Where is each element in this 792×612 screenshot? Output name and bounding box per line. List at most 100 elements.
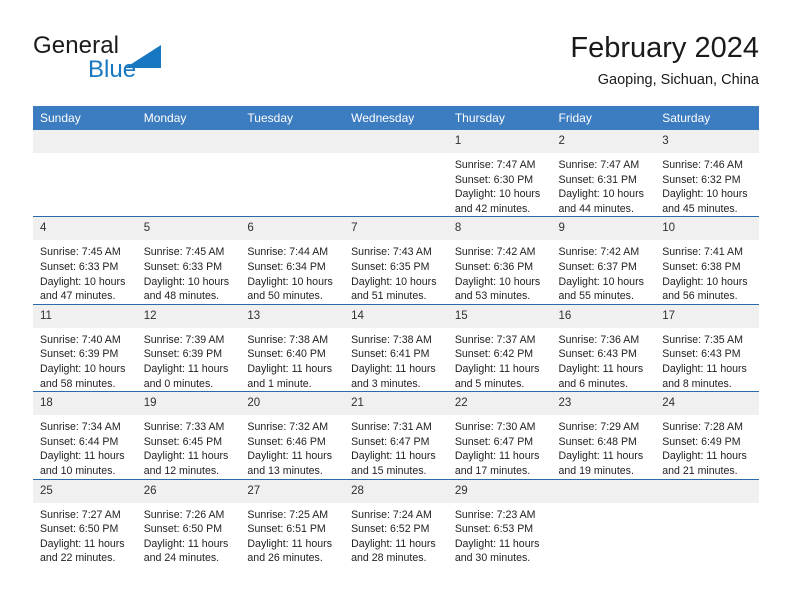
calendar-day-cell[interactable]: 17 Sunrise: 7:35 AM Sunset: 6:43 PM Dayligh…: [655, 303, 759, 392]
calendar-day-cell[interactable]: 1 Sunrise: 7:47 AM Sunset: 6:30 PM Daylight…: [447, 130, 552, 217]
day-number: 18: [33, 392, 137, 416]
day-sun-info: Sunrise: 7:28 AM Sunset: 6:49 PM Daylight:…: [655, 415, 759, 478]
sunset-text: Sunset: 6:30 PM: [454, 173, 534, 186]
calendar-day-cell[interactable]: 29 Sunrise: 7:23 AM Sunset: 6:53 PM Dayligh…: [447, 478, 552, 566]
calendar-day-cell[interactable]: 8 Sunrise: 7:42 AM Sunset: 6:36 PM Daylight…: [447, 216, 552, 305]
sunset-text: Sunset: 6:46 PM: [247, 435, 326, 448]
daylight-text: Daylight: 11 hours and 0 minutes.: [143, 362, 229, 390]
daylight-text: Daylight: 11 hours and 8 minutes.: [662, 362, 747, 390]
calendar-table: Sunday Monday Tuesday Wednesday Thursday…: [33, 106, 759, 566]
calendar-day-cell[interactable]: 5 Sunrise: 7:45 AM Sunset: 6:33 PM Daylight…: [136, 216, 241, 305]
sunset-text: Sunset: 6:31 PM: [558, 173, 637, 186]
day-number: 23: [551, 392, 656, 416]
calendar-day-cell[interactable]: 22 Sunrise: 7:30 AM Sunset: 6:47 PM Dayligh…: [447, 391, 552, 479]
day-number: 19: [136, 392, 241, 416]
day-sun-info: Sunrise: 7:29 AM Sunset: 6:48 PM Daylight:…: [552, 415, 656, 478]
daylight-text: Daylight: 11 hours and 26 minutes.: [247, 537, 333, 565]
day-number: [655, 479, 759, 503]
daylight-text: Daylight: 10 hours and 45 minutes.: [662, 188, 748, 215]
daylight-text: Daylight: 11 hours and 13 minutes.: [247, 450, 333, 477]
calendar-day-cell[interactable]: 28 Sunrise: 7:24 AM Sunset: 6:52 PM Dayligh…: [344, 478, 448, 566]
sunrise-text: Sunrise: 7:46 AM: [662, 159, 743, 171]
sunrise-text: Sunrise: 7:36 AM: [558, 333, 640, 346]
day-number: 24: [655, 392, 759, 416]
calendar-day-cell[interactable]: 15 Sunrise: 7:37 AM Sunset: 6:42 PM Dayligh…: [447, 303, 552, 392]
calendar-day-cell[interactable]: 19 Sunrise: 7:33 AM Sunset: 6:45 PM Dayligh…: [136, 391, 241, 479]
day-number: 6: [240, 217, 345, 241]
day-number: [136, 130, 241, 153]
sunrise-text: Sunrise: 7:45 AM: [143, 246, 225, 259]
calendar-day-cell[interactable]: 6 Sunrise: 7:44 AM Sunset: 6:34 PM Daylight…: [240, 216, 345, 305]
calendar-day-cell[interactable]: 27 Sunrise: 7:25 AM Sunset: 6:51 PM Dayligh…: [240, 478, 345, 566]
sunrise-text: Sunrise: 7:45 AM: [40, 246, 121, 259]
calendar-day-cell[interactable]: 3 Sunrise: 7:46 AM Sunset: 6:32 PM Daylight…: [655, 130, 759, 217]
calendar-day-cell[interactable]: 2 Sunrise: 7:47 AM Sunset: 6:31 PM Daylight…: [551, 130, 656, 217]
day-sun-info: Sunrise: 7:42 AM Sunset: 6:36 PM Daylight:…: [448, 240, 552, 303]
calendar-day-cell[interactable]: 12 Sunrise: 7:39 AM Sunset: 6:39 PM Dayligh…: [136, 303, 241, 392]
weekday-header-thursday: Thursday: [447, 106, 552, 130]
sunset-text: Sunset: 6:43 PM: [662, 348, 741, 361]
day-number: 3: [655, 130, 759, 153]
calendar-day-cell[interactable]: 23 Sunrise: 7:29 AM Sunset: 6:48 PM Dayligh…: [551, 391, 656, 479]
day-number: 4: [33, 217, 137, 241]
day-number: 2: [551, 130, 656, 153]
daylight-text: Daylight: 11 hours and 6 minutes.: [558, 362, 644, 390]
sunset-text: Sunset: 6:32 PM: [662, 173, 741, 186]
sunset-text: Sunset: 6:50 PM: [40, 523, 119, 536]
calendar-page: General Blue February 2024 Gaoping, Sich…: [0, 0, 792, 612]
calendar-day-cell[interactable]: 4 Sunrise: 7:45 AM Sunset: 6:33 PM Daylight…: [33, 216, 137, 305]
page-subtitle: Gaoping, Sichuan, China: [597, 72, 759, 88]
day-number: 11: [33, 304, 137, 328]
sunrise-text: Sunrise: 7:32 AM: [247, 421, 329, 434]
day-number: [240, 130, 345, 153]
day-sun-info: Sunrise: 7:37 AM Sunset: 6:42 PM Daylight:…: [448, 328, 552, 391]
sunrise-text: Sunrise: 7:28 AM: [662, 421, 743, 434]
sunrise-text: Sunrise: 7:43 AM: [351, 246, 432, 259]
sunrise-text: Sunrise: 7:24 AM: [351, 508, 432, 521]
day-sun-info: Sunrise: 7:23 AM Sunset: 6:53 PM Daylight:…: [448, 503, 552, 566]
sunrise-text: Sunrise: 7:26 AM: [143, 508, 225, 521]
title-block: February 2024 Gaoping, Sichuan, China: [570, 30, 759, 89]
page-header: General Blue February 2024 Gaoping, Sich…: [33, 30, 759, 96]
sunset-text: Sunset: 6:42 PM: [454, 348, 534, 361]
sunrise-text: Sunrise: 7:41 AM: [662, 246, 743, 259]
daylight-text: Daylight: 11 hours and 12 minutes.: [143, 450, 229, 477]
calendar-day-cell[interactable]: 16 Sunrise: 7:36 AM Sunset: 6:43 PM Dayligh…: [551, 303, 656, 392]
sunset-text: Sunset: 6:40 PM: [247, 348, 326, 361]
sunset-text: Sunset: 6:33 PM: [143, 260, 223, 273]
day-sun-info: Sunrise: 7:26 AM Sunset: 6:50 PM Daylight:…: [137, 503, 241, 566]
daylight-text: Daylight: 10 hours and 48 minutes.: [143, 275, 230, 303]
calendar-day-cell[interactable]: 20 Sunrise: 7:32 AM Sunset: 6:46 PM Dayligh…: [240, 391, 345, 479]
daylight-text: Daylight: 11 hours and 3 minutes.: [351, 362, 436, 390]
calendar-day-cell[interactable]: 11 Sunrise: 7:40 AM Sunset: 6:39 PM Dayligh…: [33, 303, 137, 392]
day-number: 15: [447, 304, 552, 328]
weekday-header-wednesday: Wednesday: [344, 106, 448, 130]
day-sun-info: Sunrise: 7:44 AM Sunset: 6:34 PM Daylight:…: [240, 240, 344, 303]
calendar-day-cell[interactable]: 10 Sunrise: 7:41 AM Sunset: 6:38 PM Dayligh…: [655, 216, 759, 305]
calendar-header-row: Sunday Monday Tuesday Wednesday Thursday…: [33, 106, 759, 130]
calendar-day-cell[interactable]: 13 Sunrise: 7:38 AM Sunset: 6:40 PM Dayligh…: [240, 303, 345, 392]
calendar-day-cell[interactable]: 7 Sunrise: 7:43 AM Sunset: 6:35 PM Daylight…: [344, 216, 448, 305]
day-sun-info: Sunrise: 7:34 AM Sunset: 6:44 PM Daylight:…: [33, 415, 137, 478]
calendar-day-cell[interactable]: 9 Sunrise: 7:42 AM Sunset: 6:37 PM Daylight…: [551, 216, 656, 305]
sunrise-text: Sunrise: 7:47 AM: [558, 159, 640, 171]
sunrise-text: Sunrise: 7:42 AM: [558, 246, 640, 259]
calendar-day-cell[interactable]: 14 Sunrise: 7:38 AM Sunset: 6:41 PM Dayligh…: [344, 303, 448, 392]
calendar-day-cell[interactable]: 26 Sunrise: 7:26 AM Sunset: 6:50 PM Dayligh…: [136, 478, 241, 566]
calendar-empty-cell: [136, 130, 241, 217]
day-sun-info: Sunrise: 7:32 AM Sunset: 6:46 PM Daylight:…: [240, 415, 344, 478]
calendar-day-cell[interactable]: 18 Sunrise: 7:34 AM Sunset: 6:44 PM Dayligh…: [33, 391, 137, 479]
page-title: February 2024: [570, 32, 759, 64]
day-sun-info: Sunrise: 7:35 AM Sunset: 6:43 PM Daylight:…: [655, 328, 759, 391]
day-sun-info: Sunrise: 7:45 AM Sunset: 6:33 PM Daylight:…: [33, 240, 137, 303]
day-sun-info: Sunrise: 7:39 AM Sunset: 6:39 PM Daylight:…: [137, 328, 241, 391]
sunset-text: Sunset: 6:52 PM: [351, 523, 430, 536]
calendar-day-cell[interactable]: 25 Sunrise: 7:27 AM Sunset: 6:50 PM Dayligh…: [33, 478, 137, 566]
day-sun-info: Sunrise: 7:33 AM Sunset: 6:45 PM Daylight:…: [137, 415, 241, 478]
day-number: 16: [551, 304, 656, 328]
day-sun-info: Sunrise: 7:47 AM Sunset: 6:30 PM Daylight:…: [448, 153, 552, 216]
calendar-day-cell[interactable]: 21 Sunrise: 7:31 AM Sunset: 6:47 PM Dayligh…: [344, 391, 448, 479]
sunset-text: Sunset: 6:53 PM: [454, 523, 534, 536]
sunrise-text: Sunrise: 7:33 AM: [143, 421, 225, 434]
calendar-day-cell[interactable]: 24 Sunrise: 7:28 AM Sunset: 6:49 PM Dayligh…: [655, 391, 759, 479]
